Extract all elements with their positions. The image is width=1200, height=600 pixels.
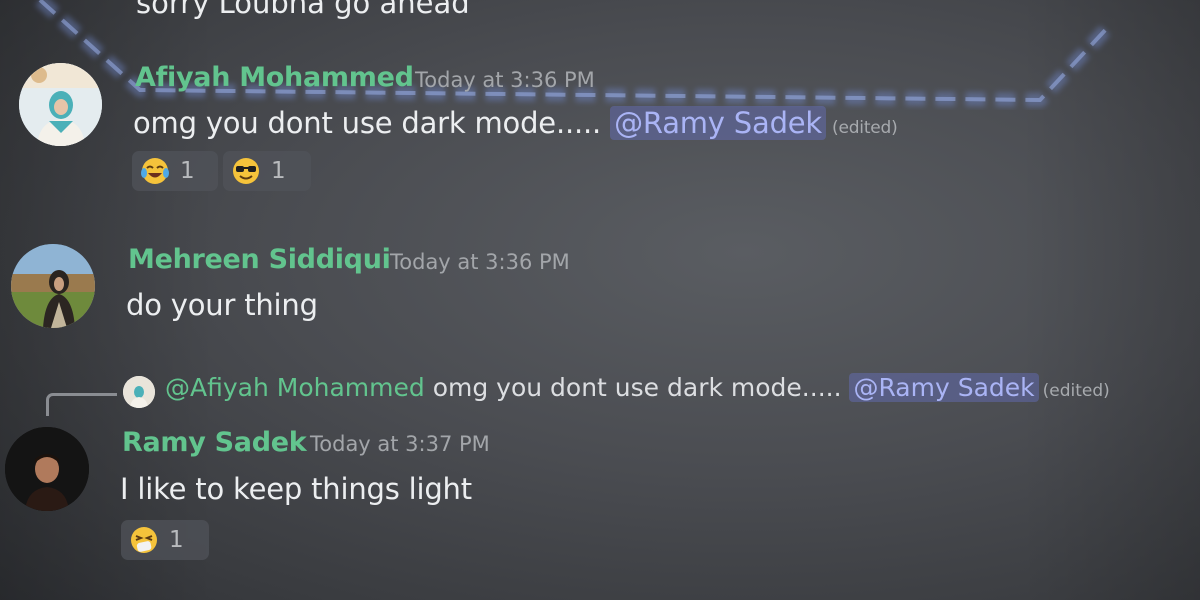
reply-connector <box>46 393 117 416</box>
avatar[interactable] <box>19 63 102 146</box>
avatar-image <box>19 63 102 146</box>
reaction-count: 1 <box>180 158 195 184</box>
reply-author[interactable]: @Afiyah Mohammed <box>165 373 425 402</box>
partial-message-text: sorry Loubna go ahead <box>136 0 470 20</box>
avatar[interactable] <box>5 427 89 511</box>
reply-avatar-image <box>123 376 155 408</box>
reaction-joy[interactable]: 1 <box>132 151 218 191</box>
reply-content: omg you dont use dark mode..... <box>432 373 842 402</box>
message-content: I like to keep things light <box>120 472 472 506</box>
reaction-count: 1 <box>271 158 286 184</box>
reply-preview[interactable]: @Afiyah Mohammed omg you dont use dark m… <box>165 373 1110 402</box>
sunglasses-emoji-icon <box>233 158 259 184</box>
username[interactable]: Mehreen Siddiqui <box>128 244 391 275</box>
joy-emoji-icon <box>141 158 169 184</box>
timestamp: Today at 3:37 PM <box>310 432 490 456</box>
avatar[interactable] <box>11 244 95 328</box>
username[interactable]: Ramy Sadek <box>122 427 307 458</box>
avatar-image <box>11 244 95 328</box>
reaction-sunglasses[interactable]: 1 <box>223 151 311 191</box>
message-content: omg you dont use dark mode..... @Ramy Sa… <box>133 106 898 140</box>
message-text: omg you dont use dark mode..... <box>133 106 602 140</box>
sneezing-face-emoji-icon <box>131 527 157 553</box>
edited-label: (edited) <box>832 118 898 138</box>
username[interactable]: Afiyah Mohammed <box>135 62 414 93</box>
partial-message: sorry Loubna go ahead <box>0 0 1200 20</box>
reaction-sneezing[interactable]: 1 <box>121 520 209 560</box>
user-mention[interactable]: @Ramy Sadek <box>610 106 827 140</box>
reaction-count: 1 <box>169 527 184 553</box>
reply-avatar[interactable] <box>123 376 155 408</box>
reply-edited-label: (edited) <box>1042 381 1110 401</box>
reply-mention[interactable]: @Ramy Sadek <box>849 373 1039 402</box>
message-content: do your thing <box>126 288 318 322</box>
avatar-image <box>5 427 89 511</box>
timestamp: Today at 3:36 PM <box>415 68 595 92</box>
timestamp: Today at 3:36 PM <box>390 250 570 274</box>
